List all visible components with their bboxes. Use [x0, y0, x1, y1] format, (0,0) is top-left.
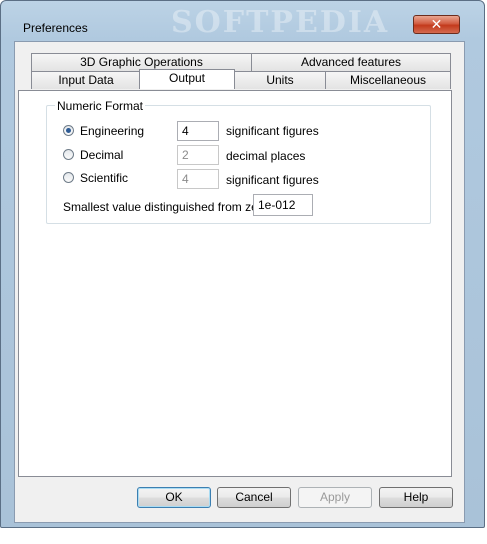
- tab-label: Units: [266, 73, 294, 87]
- radio-label: Engineering: [80, 124, 145, 138]
- engineering-sigfig-input[interactable]: 4: [177, 121, 219, 141]
- unit-label: significant figures: [226, 124, 319, 138]
- tab-label: 3D Graphic Operations: [80, 55, 203, 69]
- ok-button[interactable]: OK: [137, 487, 211, 508]
- watermark: SOFTPEDIA: [171, 5, 390, 40]
- close-icon: ✕: [430, 16, 443, 32]
- radio-indicator[interactable]: [63, 172, 74, 183]
- tab-input-data[interactable]: Input Data: [31, 71, 141, 89]
- unit-label: decimal places: [226, 149, 306, 163]
- preferences-window: SOFTPEDIA Preferences ✕ 3D Graphic Opera…: [0, 0, 485, 528]
- radio-indicator[interactable]: [63, 125, 74, 136]
- group-legend: Numeric Format: [55, 99, 146, 113]
- help-button[interactable]: Help: [379, 487, 453, 508]
- tab-output[interactable]: Output: [139, 69, 235, 89]
- tab-advanced-features[interactable]: Advanced features: [251, 53, 451, 71]
- unit-label: significant figures: [226, 173, 319, 187]
- radio-indicator[interactable]: [63, 149, 74, 160]
- scientific-sigfig-input[interactable]: 4: [177, 169, 219, 189]
- smallest-value-label: Smallest value distinguished from zero: [63, 200, 269, 214]
- decimal-places-input[interactable]: 2: [177, 145, 219, 165]
- radio-label: Scientific: [80, 171, 129, 185]
- tab-label: Miscellaneous: [349, 73, 427, 87]
- apply-button[interactable]: Apply: [298, 487, 372, 508]
- window-title: Preferences: [23, 21, 88, 35]
- tab-miscellaneous[interactable]: Miscellaneous: [325, 71, 451, 89]
- smallest-value-input[interactable]: 1e-012: [253, 194, 313, 216]
- tab-label: Advanced features: [300, 55, 402, 69]
- tab-label: Output: [168, 71, 206, 85]
- output-tab-panel: Numeric Format Engineering 4 significant…: [18, 90, 452, 477]
- radio-label: Decimal: [80, 148, 124, 162]
- numeric-format-group: Numeric Format Engineering 4 significant…: [46, 99, 431, 224]
- tab-label: Input Data: [58, 73, 114, 87]
- cancel-button[interactable]: Cancel: [217, 487, 291, 508]
- tab-units[interactable]: Units: [234, 71, 326, 89]
- close-button[interactable]: ✕: [413, 15, 460, 34]
